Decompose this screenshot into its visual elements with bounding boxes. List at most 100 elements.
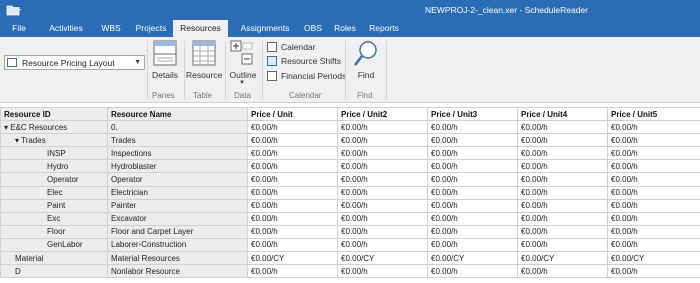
cell-price-unit5[interactable]: €0.00/h: [607, 198, 700, 213]
cell-price-unit[interactable]: €0.00/h: [247, 237, 338, 253]
cell-price-unit3[interactable]: €0.00/h: [427, 146, 518, 161]
cell-resource-name[interactable]: Excavator: [107, 211, 248, 226]
cell-price-unit2[interactable]: €0.00/h: [337, 224, 428, 239]
cell-price-unit2[interactable]: €0.00/h: [337, 120, 428, 135]
table-row[interactable]: Operator Operator €0.00/h €0.00/h €0.00/h €0.…: [0, 172, 700, 187]
cell-price-unit[interactable]: €0.00/h: [247, 198, 338, 213]
cell-resource-id[interactable]: Paint: [0, 198, 108, 213]
cell-price-unit5[interactable]: €0.00/h: [607, 224, 700, 239]
cell-resource-id[interactable]: GenLabor: [0, 237, 108, 253]
cell-price-unit4[interactable]: €0.00/h: [517, 237, 608, 253]
folder-icon[interactable]: [6, 4, 22, 19]
cell-price-unit4[interactable]: €0.00/h: [517, 264, 608, 279]
cell-resource-name[interactable]: Nonlabor Resource: [107, 264, 248, 279]
cell-price-unit[interactable]: €0.00/h: [247, 120, 338, 135]
tab-roles[interactable]: Roles: [330, 20, 360, 37]
cell-price-unit2[interactable]: €0.00/h: [337, 264, 428, 279]
cell-price-unit3[interactable]: €0.00/h: [427, 224, 518, 239]
column-header-resource-name[interactable]: Resource Name: [107, 106, 248, 122]
cell-resource-id[interactable]: ▾ Trades: [0, 133, 108, 148]
resource-table-button[interactable]: Resource: [186, 40, 222, 90]
cell-resource-id[interactable]: Hydro: [0, 159, 108, 174]
cell-price-unit2[interactable]: €0.00/h: [337, 237, 428, 253]
cell-resource-id[interactable]: Material: [0, 251, 108, 266]
cell-price-unit3[interactable]: €0.00/h: [427, 198, 518, 213]
cell-price-unit[interactable]: €0.00/h: [247, 172, 338, 187]
cell-price-unit3[interactable]: €0.00/CY: [427, 251, 518, 266]
cell-price-unit2[interactable]: €0.00/CY: [337, 251, 428, 266]
cell-resource-name[interactable]: Trades: [107, 133, 248, 148]
table-row[interactable]: ▾ E&C Resources 0. €0.00/h €0.00/h €0.00/h €0…: [0, 120, 700, 135]
cell-price-unit[interactable]: €0.00/h: [247, 264, 338, 279]
cell-resource-id[interactable]: Elec: [0, 185, 108, 200]
cell-price-unit[interactable]: €0.00/h: [247, 146, 338, 161]
tab-obs[interactable]: OBS: [299, 20, 327, 37]
cell-price-unit2[interactable]: €0.00/h: [337, 185, 428, 200]
cell-resource-id[interactable]: D: [0, 264, 108, 279]
cell-price-unit2[interactable]: €0.00/h: [337, 159, 428, 174]
table-row[interactable]: Hydro Hydroblaster €0.00/h €0.00/h €0.00/h €0…: [0, 159, 700, 174]
cell-resource-name[interactable]: Painter: [107, 198, 248, 213]
cell-resource-id[interactable]: Floor: [0, 224, 108, 239]
find-button[interactable]: Find: [351, 40, 381, 90]
cell-price-unit3[interactable]: €0.00/h: [427, 264, 518, 279]
cell-resource-name[interactable]: Laborer-Construction: [107, 237, 248, 253]
cell-price-unit5[interactable]: €0.00/h: [607, 133, 700, 148]
table-row[interactable]: GenLabor Laborer-Construction €0.00/h €0.00…: [0, 237, 700, 253]
table-row[interactable]: ▾ Trades Trades €0.00/h €0.00/h €0.00/h €0.00…: [0, 133, 700, 148]
cell-resource-name[interactable]: Floor and Carpet Layer: [107, 224, 248, 239]
cell-price-unit4[interactable]: €0.00/h: [517, 172, 608, 187]
outline-button[interactable]: Outline ▼: [228, 40, 258, 90]
cell-price-unit4[interactable]: €0.00/h: [517, 146, 608, 161]
cell-price-unit4[interactable]: €0.00/h: [517, 211, 608, 226]
column-header-price-unit4[interactable]: Price / Unit4: [517, 106, 608, 122]
cell-price-unit4[interactable]: €0.00/h: [517, 159, 608, 174]
cell-price-unit5[interactable]: €0.00/h: [607, 185, 700, 200]
cell-price-unit[interactable]: €0.00/h: [247, 224, 338, 239]
cell-price-unit[interactable]: €0.00/h: [247, 133, 338, 148]
cell-price-unit3[interactable]: €0.00/h: [427, 120, 518, 135]
cell-price-unit5[interactable]: €0.00/h: [607, 159, 700, 174]
tab-projects[interactable]: Projects: [131, 20, 171, 37]
cell-price-unit5[interactable]: €0.00/h: [607, 264, 700, 279]
cell-resource-name[interactable]: Material Resources: [107, 251, 248, 266]
cell-price-unit5[interactable]: €0.00/h: [607, 146, 700, 161]
table-row[interactable]: Floor Floor and Carpet Layer €0.00/h €0.00/…: [0, 224, 700, 239]
cell-price-unit3[interactable]: €0.00/h: [427, 237, 518, 253]
cell-resource-name[interactable]: Hydroblaster: [107, 159, 248, 174]
cell-price-unit2[interactable]: €0.00/h: [337, 172, 428, 187]
column-header-price-unit[interactable]: Price / Unit: [247, 106, 338, 122]
table-row[interactable]: Elec Electrician €0.00/h €0.00/h €0.00/h €0.0…: [0, 185, 700, 200]
cell-price-unit4[interactable]: €0.00/h: [517, 224, 608, 239]
cell-price-unit3[interactable]: €0.00/h: [427, 172, 518, 187]
cell-price-unit3[interactable]: €0.00/h: [427, 185, 518, 200]
cell-resource-id[interactable]: ▾ E&C Resources: [0, 120, 108, 135]
cell-resource-id[interactable]: Exc: [0, 211, 108, 226]
layout-dropdown[interactable]: Resource Pricing Layout ▼: [4, 55, 145, 70]
cell-price-unit5[interactable]: €0.00/h: [607, 172, 700, 187]
cell-price-unit4[interactable]: €0.00/h: [517, 133, 608, 148]
cell-price-unit4[interactable]: €0.00/h: [517, 120, 608, 135]
cell-price-unit4[interactable]: €0.00/CY: [517, 251, 608, 266]
cell-price-unit[interactable]: €0.00/h: [247, 211, 338, 226]
details-button[interactable]: Details: [150, 40, 180, 90]
column-header-price-unit3[interactable]: Price / Unit3: [427, 106, 518, 122]
table-row[interactable]: Exc Excavator €0.00/h €0.00/h €0.00/h €0.00/h…: [0, 211, 700, 226]
table-row[interactable]: Paint Painter €0.00/h €0.00/h €0.00/h €0.00/h…: [0, 198, 700, 213]
cell-price-unit4[interactable]: €0.00/h: [517, 198, 608, 213]
column-header-resource-id[interactable]: Resource ID: [0, 106, 108, 122]
cell-price-unit5[interactable]: €0.00/h: [607, 120, 700, 135]
cell-price-unit5[interactable]: €0.00/CY: [607, 251, 700, 266]
tab-activities[interactable]: Activities: [44, 20, 88, 37]
cell-price-unit[interactable]: €0.00/h: [247, 185, 338, 200]
cell-price-unit5[interactable]: €0.00/h: [607, 237, 700, 253]
cell-resource-name[interactable]: Inspections: [107, 146, 248, 161]
column-header-price-unit5[interactable]: Price / Unit5: [607, 106, 700, 122]
cell-price-unit4[interactable]: €0.00/h: [517, 185, 608, 200]
tab-wbs[interactable]: WBS: [97, 20, 125, 37]
tab-file[interactable]: File: [6, 20, 32, 37]
tab-reports[interactable]: Reports: [366, 20, 402, 37]
cell-price-unit[interactable]: €0.00/CY: [247, 251, 338, 266]
tab-assignments[interactable]: Assignments: [233, 20, 297, 37]
cell-resource-name[interactable]: Operator: [107, 172, 248, 187]
